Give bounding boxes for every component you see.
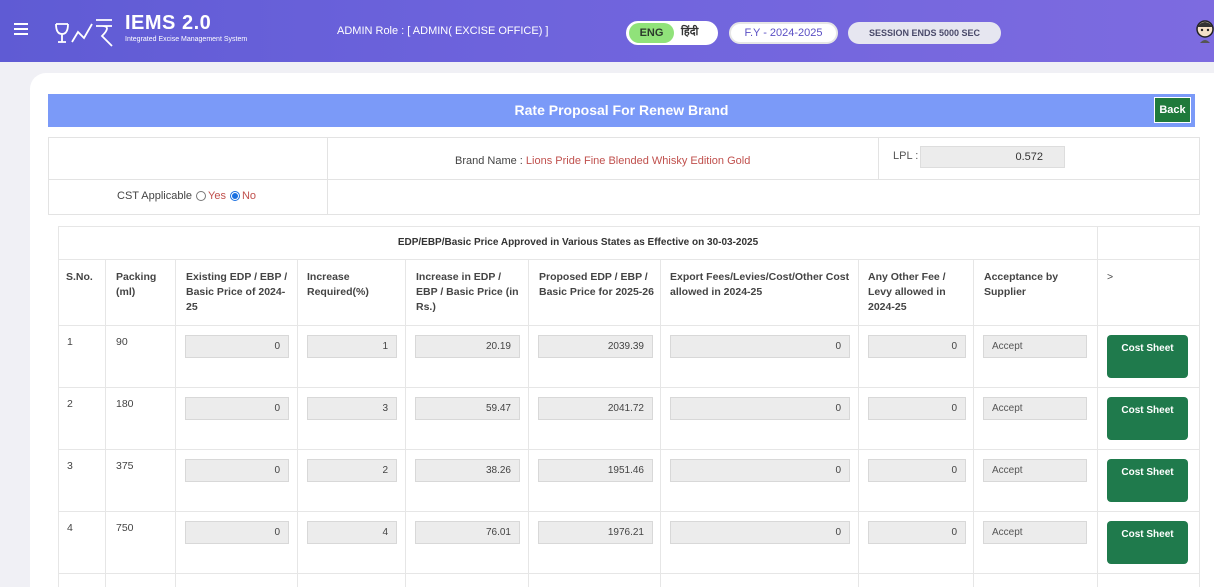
divider (58, 449, 1200, 450)
export-fees-field[interactable]: 0 (670, 459, 850, 482)
other-fee-field[interactable]: 0 (868, 335, 966, 358)
divider (405, 259, 406, 587)
divider (528, 259, 529, 587)
divider (48, 179, 1200, 180)
acceptance-field[interactable]: Accept (983, 459, 1087, 482)
app-subtitle: Integrated Excise Management System (125, 36, 248, 43)
cst-yes-label: Yes (208, 190, 226, 202)
header-acceptance: Acceptance by Supplier (984, 271, 1059, 298)
other-fee-field[interactable]: 0 (868, 397, 966, 420)
top-navbar: IEMS 2.0 Integrated Excise Management Sy… (0, 0, 1214, 62)
cost-sheet-button[interactable]: Cost Sheet (1107, 397, 1188, 440)
cst-label: CST Applicable (117, 190, 193, 202)
export-fees-field[interactable]: 0 (670, 397, 850, 420)
divider (878, 137, 879, 180)
table-caption: EDP/EBP/Basic Price Approved in Various … (397, 237, 759, 248)
header-packing: Packing (ml) (116, 271, 157, 298)
export-fees-field[interactable]: 0 (670, 521, 850, 544)
increase-rs-field[interactable]: 38.26 (415, 459, 520, 482)
cell-sno: 3 (67, 460, 73, 472)
brand-name: Brand Name : Lions Pride Fine Blended Wh… (455, 155, 750, 167)
brand-name-label: Brand Name : (455, 155, 526, 167)
existing-price-field[interactable]: 0 (185, 459, 289, 482)
cst-applicable-group: CST Applicable Yes No (117, 190, 256, 202)
financial-year-badge[interactable]: F.Y - 2024-2025 (729, 22, 838, 44)
other-fee-field[interactable]: 0 (868, 521, 966, 544)
divider (58, 325, 1200, 326)
header-increase-rs: Increase in EDP / EBP / Basic Price (in … (416, 271, 519, 313)
menu-icon[interactable] (14, 23, 28, 35)
increase-percent-field[interactable]: 1 (307, 335, 397, 358)
lpl-label: LPL : (893, 150, 919, 162)
header-sno: S.No. (66, 271, 93, 283)
acceptance-field[interactable]: Accept (983, 335, 1087, 358)
lpl-field[interactable]: 0.572 (920, 146, 1065, 168)
cost-sheet-button[interactable]: Cost Sheet (1107, 521, 1188, 564)
existing-price-field[interactable]: 0 (185, 335, 289, 358)
admin-role-label: ADMIN Role : [ ADMIN( EXCISE OFFICE) ] (337, 25, 549, 37)
cell-packing: 180 (116, 398, 134, 410)
divider (175, 259, 176, 587)
cell-packing: 750 (116, 522, 134, 534)
header-proposed-price: Proposed EDP / EBP / Basic Price for 202… (539, 271, 654, 298)
proposed-price-field[interactable]: 1951.46 (538, 459, 653, 482)
cost-sheet-button[interactable]: Cost Sheet (1107, 335, 1188, 378)
increase-rs-field[interactable]: 20.19 (415, 335, 520, 358)
header-export-fees: Export Fees/Levies/Cost/Other Cost allow… (670, 271, 850, 298)
cst-no-radio[interactable] (229, 191, 240, 201)
lang-hindi-button[interactable]: हिंदी (681, 24, 698, 39)
cell-sno: 1 (67, 336, 73, 348)
divider (327, 137, 328, 215)
page-title: Rate Proposal For Renew Brand (48, 94, 1195, 127)
divider (973, 259, 974, 587)
increase-rs-field[interactable]: 59.47 (415, 397, 520, 420)
proposed-price-field[interactable]: 2041.72 (538, 397, 653, 420)
increase-percent-field[interactable]: 4 (307, 521, 397, 544)
increase-percent-field[interactable]: 3 (307, 397, 397, 420)
cell-sno: 2 (67, 398, 73, 410)
cost-sheet-button[interactable]: Cost Sheet (1107, 459, 1188, 502)
acceptance-field[interactable]: Accept (983, 397, 1087, 420)
divider (297, 259, 298, 587)
app-title: IEMS 2.0 (125, 12, 212, 34)
session-timer-badge: SESSION ENDS 5000 SEC (848, 22, 1001, 44)
divider (1097, 226, 1098, 259)
cst-yes-radio[interactable] (196, 191, 207, 201)
logo-icon (52, 14, 122, 53)
acceptance-field[interactable]: Accept (983, 521, 1087, 544)
cell-packing: 90 (116, 336, 128, 348)
divider (1097, 259, 1098, 587)
divider (58, 573, 1200, 574)
proposed-price-field[interactable]: 1976.21 (538, 521, 653, 544)
lang-english-button[interactable]: ENG (629, 23, 674, 43)
divider (858, 259, 859, 587)
divider (660, 259, 661, 587)
cell-sno: 4 (67, 522, 73, 534)
back-button[interactable]: Back (1154, 97, 1191, 123)
brand-name-value: Lions Pride Fine Blended Whisky Edition … (525, 155, 751, 167)
divider (58, 387, 1200, 388)
cell-packing: 375 (116, 460, 134, 472)
header-more: > (1107, 271, 1114, 283)
divider (58, 511, 1200, 512)
existing-price-field[interactable]: 0 (185, 397, 289, 420)
divider (105, 259, 106, 587)
export-fees-field[interactable]: 0 (670, 335, 850, 358)
existing-price-field[interactable]: 0 (185, 521, 289, 544)
increase-rs-field[interactable]: 76.01 (415, 521, 520, 544)
divider (58, 259, 1200, 260)
proposed-price-field[interactable]: 2039.39 (538, 335, 653, 358)
header-existing-price: Existing EDP / EBP / Basic Price of 2024… (186, 271, 288, 313)
cst-no-label: No (241, 190, 257, 202)
header-other-fee: Any Other Fee / Levy allowed in 2024-25 (868, 271, 946, 313)
header-increase-percent: Increase Required(%) (307, 271, 369, 298)
other-fee-field[interactable]: 0 (868, 459, 966, 482)
user-avatar-icon[interactable] (1191, 19, 1214, 45)
increase-percent-field[interactable]: 2 (307, 459, 397, 482)
